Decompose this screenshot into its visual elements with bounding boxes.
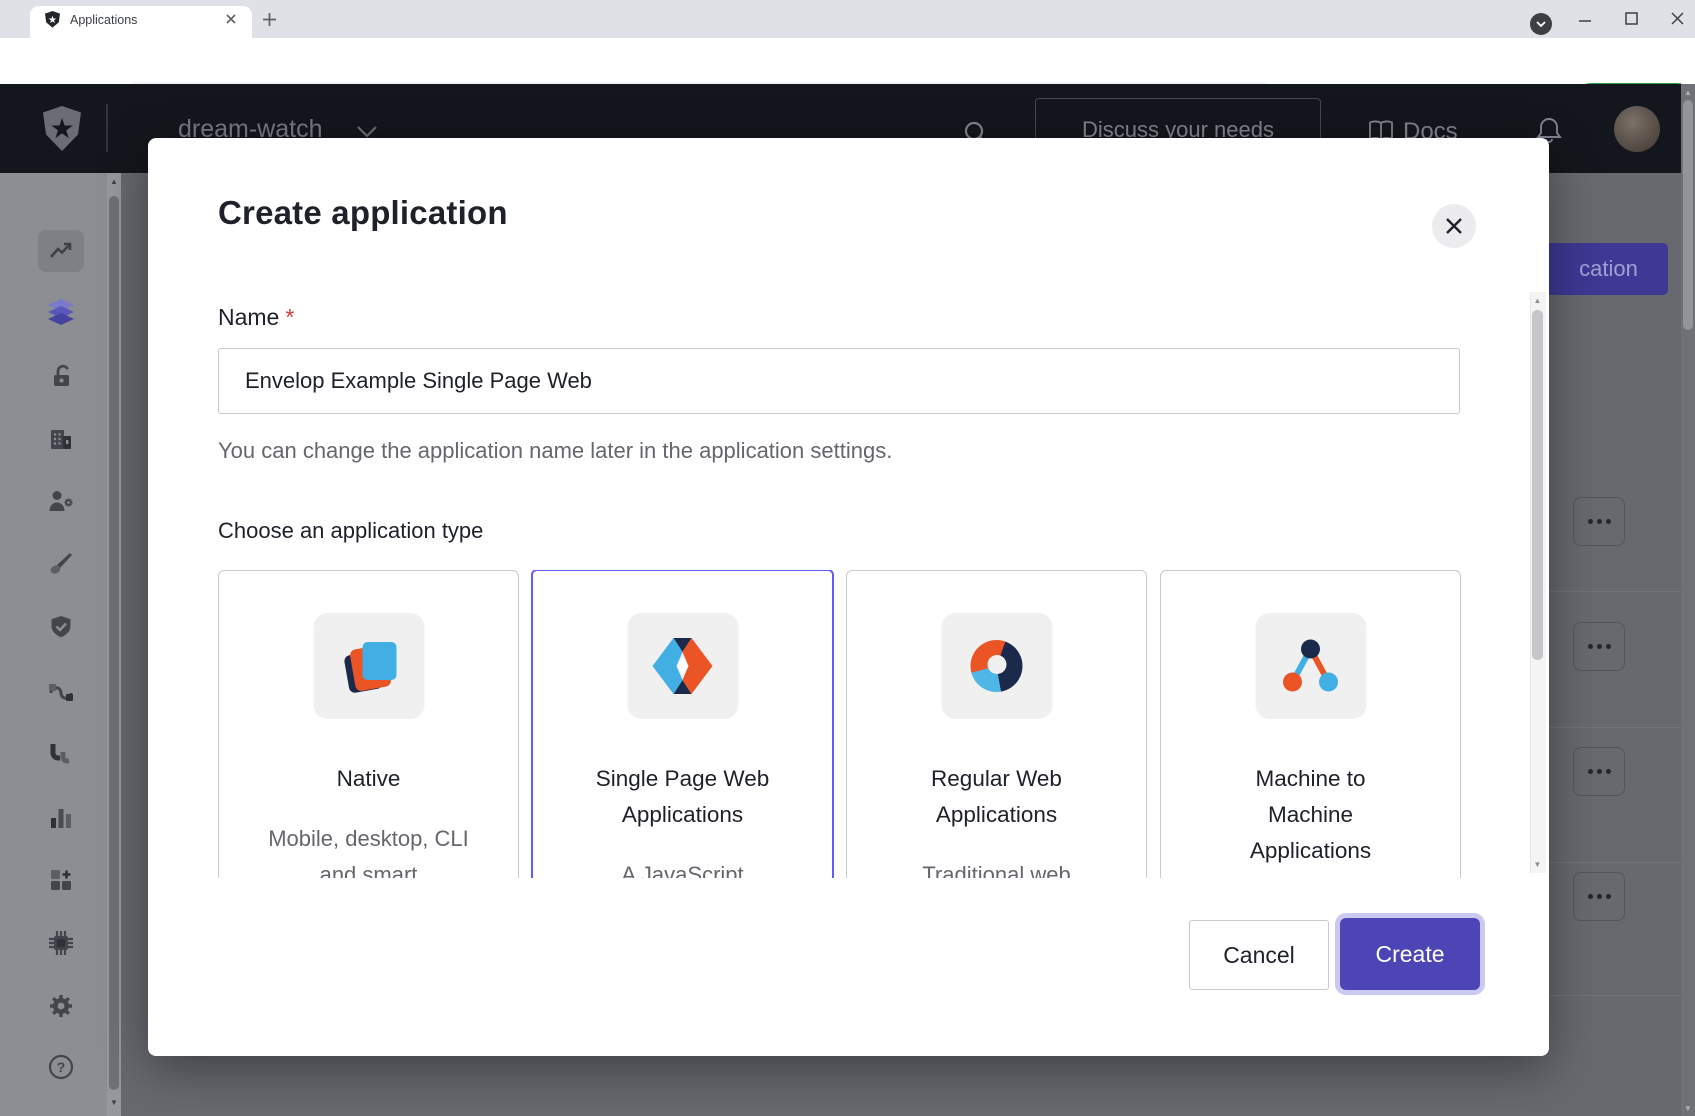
window-close-icon[interactable] — [1662, 8, 1692, 30]
browser-update-chevron-icon[interactable] — [1530, 13, 1552, 35]
screen: ★ Applications manage.auth0.com/dashboar… — [0, 0, 1695, 1116]
sidebar-item-monitoring[interactable] — [36, 796, 86, 840]
sidebar-item-marketplace[interactable] — [36, 858, 86, 902]
pipeline-icon — [49, 743, 73, 767]
sidebar-scroll-down-icon[interactable]: ▼ — [107, 1098, 121, 1108]
chip-icon — [48, 930, 74, 956]
tab-close-icon[interactable] — [224, 12, 238, 26]
row-menu-button[interactable] — [1573, 622, 1625, 671]
modal-scroll-down-icon[interactable]: ▼ — [1530, 860, 1545, 870]
activity-icon — [38, 230, 84, 272]
application-name-input[interactable] — [218, 348, 1460, 414]
card-description — [1161, 821, 1460, 857]
card-native[interactable]: Native Mobile, desktop, CLI and smart — [218, 570, 519, 878]
svg-text:?: ? — [57, 1059, 66, 1075]
browser-toolbar: manage.auth0.com/dashboard/eu/dream-watc… — [0, 38, 1695, 85]
applications-layers-icon — [48, 299, 74, 327]
bar-chart-icon — [49, 806, 73, 830]
spa-icon — [627, 613, 738, 719]
sidebar-nav: ? — [0, 173, 121, 1116]
application-type-cards: Native Mobile, desktop, CLI and smart Si… — [218, 570, 1464, 878]
regular-web-icon — [941, 613, 1052, 719]
card-machine-to-machine[interactable]: Machine to Machine Applications — [1160, 570, 1461, 878]
sidebar-item-help[interactable]: ? — [36, 1045, 86, 1089]
row-menu-button[interactable] — [1573, 747, 1625, 796]
sidebar-scrollbar-thumb[interactable] — [109, 196, 119, 1090]
card-description: A JavaScript — [533, 857, 832, 878]
browser-tab-strip: ★ Applications — [0, 0, 1695, 38]
row-separator — [1549, 862, 1681, 863]
user-avatar[interactable] — [1614, 106, 1660, 152]
sidebar-item-branding[interactable] — [36, 542, 86, 586]
page-scroll-down-icon[interactable]: ▼ — [1681, 1104, 1695, 1114]
row-separator — [1549, 591, 1681, 592]
sidebar-item-security[interactable] — [36, 605, 86, 649]
modal-scrollbar-thumb[interactable] — [1532, 310, 1543, 660]
auth0-logo-icon: ★ — [41, 106, 83, 152]
modal-scroll-up-icon[interactable]: ▲ — [1530, 296, 1545, 306]
modal-title: Create application — [218, 194, 508, 232]
sidebar-item-authentication[interactable] — [36, 354, 86, 398]
new-tab-icon[interactable] — [262, 12, 277, 27]
card-title: Native — [219, 761, 518, 797]
card-description: Traditional web — [847, 857, 1146, 878]
required-marker: * — [285, 304, 294, 330]
browser-tab[interactable] — [30, 6, 252, 38]
sidebar-item-settings[interactable] — [36, 984, 86, 1028]
modal-close-button[interactable] — [1432, 204, 1476, 248]
sidebar-item-extensions[interactable] — [36, 921, 86, 965]
tab-title: Applications — [70, 13, 137, 27]
svg-text:★: ★ — [48, 15, 57, 26]
gear-icon — [48, 993, 74, 1019]
svg-text:★: ★ — [49, 113, 74, 144]
card-single-page-web[interactable]: Single Page Web Applications A JavaScrip… — [531, 570, 834, 878]
sidebar-item-actions[interactable] — [36, 670, 86, 714]
row-menu-button[interactable] — [1573, 497, 1625, 546]
row-separator — [1549, 727, 1681, 728]
help-circle-icon: ? — [48, 1054, 74, 1080]
create-button[interactable]: Create — [1340, 918, 1480, 990]
row-separator — [1549, 995, 1681, 996]
sidebar-item-auth-pipeline[interactable] — [36, 733, 86, 777]
card-description: Mobile, desktop, CLI and smart — [219, 821, 518, 878]
name-helper-text: You can change the application name late… — [218, 438, 892, 464]
marketplace-icon — [49, 868, 73, 892]
window-maximize-icon[interactable] — [1616, 8, 1646, 30]
application-type-label: Choose an application type — [218, 518, 483, 544]
shield-check-icon — [49, 615, 73, 639]
sidebar-scroll-up-icon[interactable]: ▲ — [107, 177, 121, 187]
header-divider — [106, 104, 108, 152]
card-regular-web[interactable]: Regular Web Applications Traditional web — [846, 570, 1147, 878]
tenant-chevron-icon[interactable] — [356, 125, 378, 138]
actions-flow-icon — [48, 681, 74, 703]
create-application-modal: Create application Name* You can change … — [148, 138, 1549, 1056]
cancel-button[interactable]: Cancel — [1189, 920, 1329, 990]
create-application-button-background[interactable]: cation — [1549, 243, 1668, 295]
sidebar-item-user-management[interactable] — [36, 479, 86, 523]
page-scrollbar-thumb[interactable] — [1683, 100, 1693, 330]
page-scroll-up-icon[interactable]: ▲ — [1681, 88, 1695, 98]
card-title: Single Page Web Applications — [533, 761, 832, 833]
user-gear-icon — [48, 489, 74, 513]
auth0-favicon-icon: ★ — [44, 11, 61, 28]
sidebar-item-applications[interactable] — [36, 291, 86, 335]
lock-open-icon — [49, 364, 73, 388]
sidebar-item-activity[interactable] — [36, 229, 86, 273]
sidebar-item-organizations[interactable] — [36, 417, 86, 461]
row-menu-button[interactable] — [1573, 872, 1625, 921]
native-icon — [313, 613, 424, 719]
card-title: Regular Web Applications — [847, 761, 1146, 833]
window-minimize-icon[interactable] — [1570, 8, 1600, 30]
building-icon — [49, 427, 73, 451]
m2m-icon — [1255, 613, 1366, 719]
paintbrush-icon — [49, 552, 73, 576]
name-field-label: Name* — [218, 304, 294, 331]
close-icon — [1444, 216, 1464, 236]
